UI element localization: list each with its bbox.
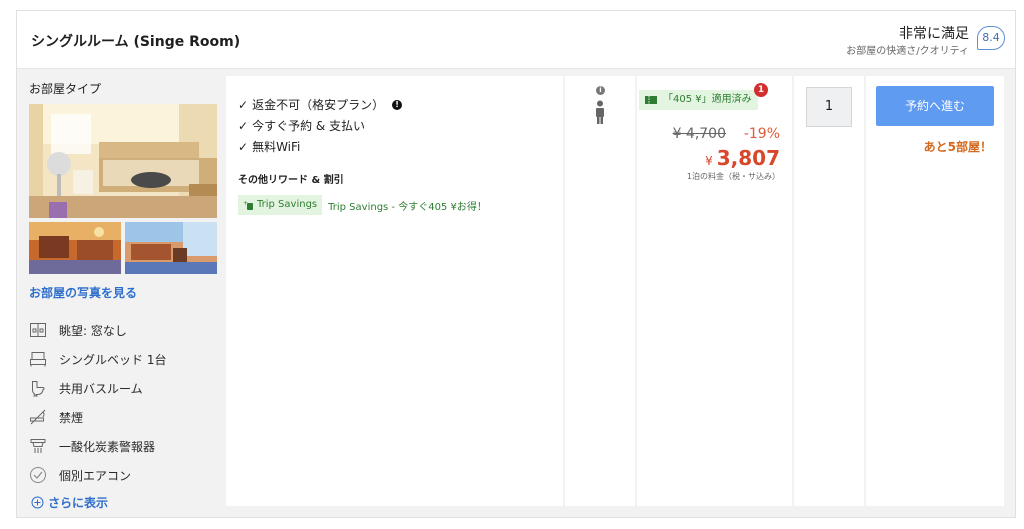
benefit-item: ✓ 返金不可（格安プラン） ! xyxy=(238,96,403,113)
no-smoking-icon xyxy=(29,408,47,426)
currency-symbol: ¥ xyxy=(705,154,713,168)
quantity-column: 1 xyxy=(794,76,864,506)
rating-subtitle: お部屋の快適さ/クオリティ xyxy=(846,46,969,57)
amenity-label: 禁煙 xyxy=(59,410,84,425)
toilet-icon xyxy=(29,379,47,397)
rating-label: 非常に満足 xyxy=(899,26,969,42)
amenity-label: 一酸化炭素警報器 xyxy=(59,439,156,454)
view-photos-link[interactable]: お部屋の写真を見る xyxy=(29,284,137,301)
info-icon[interactable]: ! xyxy=(392,99,403,110)
bed-icon xyxy=(29,350,47,368)
score-badge: 8.4 xyxy=(977,26,1005,50)
show-more-link[interactable]: さらに表示 xyxy=(31,494,108,511)
benefit-label: 今すぐ予約 & 支払い xyxy=(252,119,366,133)
coupon-count-badge: 1 xyxy=(754,83,768,97)
benefit-item: ✓ 今すぐ予約 & 支払い xyxy=(238,117,365,134)
room-type-label: お部屋タイプ xyxy=(29,82,102,96)
wallet-icon: + xyxy=(243,200,254,211)
room-main-photo[interactable] xyxy=(29,104,217,218)
person-icon xyxy=(594,100,606,128)
trip-savings-row: + Trip Savings Trip Savings - 今すぐ405 ¥お得… xyxy=(238,195,487,215)
check-icon: ✓ xyxy=(238,139,249,154)
benefit-label: 返金不可（格安プラン） xyxy=(252,98,385,112)
trip-savings-text: Trip Savings - 今すぐ405 ¥お得！ xyxy=(328,201,487,213)
amenity-label: 眺望: 窓なし xyxy=(59,323,127,338)
occupancy-column: i xyxy=(565,76,635,506)
room-quantity-select[interactable]: 1 xyxy=(806,87,852,127)
info-icon[interactable]: i xyxy=(596,86,605,95)
aircon-icon xyxy=(29,466,47,484)
room-details: お部屋タイプ お部屋の写真を見る 眺望: 窓なし シングルベッド 1台 共用バス… xyxy=(17,70,226,517)
trip-savings-badge: + Trip Savings xyxy=(238,195,323,215)
price-column: 「405 ¥」適用済み 1 ¥ 4,700 -19% ¥ 3,807 1泊の料金… xyxy=(637,76,792,506)
trip-savings-badge-label: Trip Savings xyxy=(257,199,318,210)
amenity-label: 共用バスルーム xyxy=(59,381,143,396)
price-note: 1泊の料金（税・サ込み） xyxy=(686,172,780,181)
amenity-item: 眺望: 窓なし xyxy=(29,320,127,340)
check-icon: ✓ xyxy=(238,118,249,133)
final-price-amount: 3,807 xyxy=(716,146,780,170)
amenity-label: シングルベッド 1台 xyxy=(59,352,167,367)
ticket-icon xyxy=(645,96,657,104)
room-thumbnail[interactable] xyxy=(125,222,217,274)
coupon-badge[interactable]: 「405 ¥」適用済み xyxy=(639,90,758,110)
room-header: シングルルーム (Singe Room) 非常に満足 お部屋の快適さ/クオリティ… xyxy=(17,11,1015,69)
plus-circle-icon xyxy=(31,496,44,509)
final-price: ¥ 3,807 xyxy=(705,146,780,170)
benefit-item: ✓ 無料WiFi xyxy=(238,138,300,155)
book-button[interactable]: 予約へ進む xyxy=(876,86,994,126)
amenity-item: 禁煙 xyxy=(29,407,83,427)
discount-percent: -19% xyxy=(743,126,780,142)
original-price: ¥ 4,700 xyxy=(672,126,726,142)
detector-icon xyxy=(29,437,47,455)
check-icon: ✓ xyxy=(238,97,249,112)
coupon-label: 「405 ¥」適用済み xyxy=(663,94,752,105)
room-thumbnail[interactable] xyxy=(29,222,121,274)
booking-column: 予約へ進む あと5部屋！ xyxy=(866,76,1004,506)
benefit-label: 無料WiFi xyxy=(252,140,301,154)
amenity-item: 共用バスルーム xyxy=(29,378,143,398)
amenity-item: 個別エアコン xyxy=(29,465,131,485)
benefits-column: ✓ 返金不可（格安プラン） ! ✓ 今すぐ予約 & 支払い ✓ 無料WiFi そ… xyxy=(226,76,563,506)
room-title: シングルルーム (Singe Room) xyxy=(31,34,241,50)
window-icon xyxy=(29,321,47,339)
room-card: シングルルーム (Singe Room) 非常に満足 お部屋の快適さ/クオリティ… xyxy=(16,10,1016,518)
show-more-label: さらに表示 xyxy=(48,496,109,510)
rooms-left-notice: あと5部屋！ xyxy=(923,140,992,154)
rewards-title: その他リワード & 割引 xyxy=(238,175,344,186)
amenity-item: シングルベッド 1台 xyxy=(29,349,166,369)
amenity-item: 一酸化炭素警報器 xyxy=(29,436,155,456)
amenity-label: 個別エアコン xyxy=(59,468,132,483)
